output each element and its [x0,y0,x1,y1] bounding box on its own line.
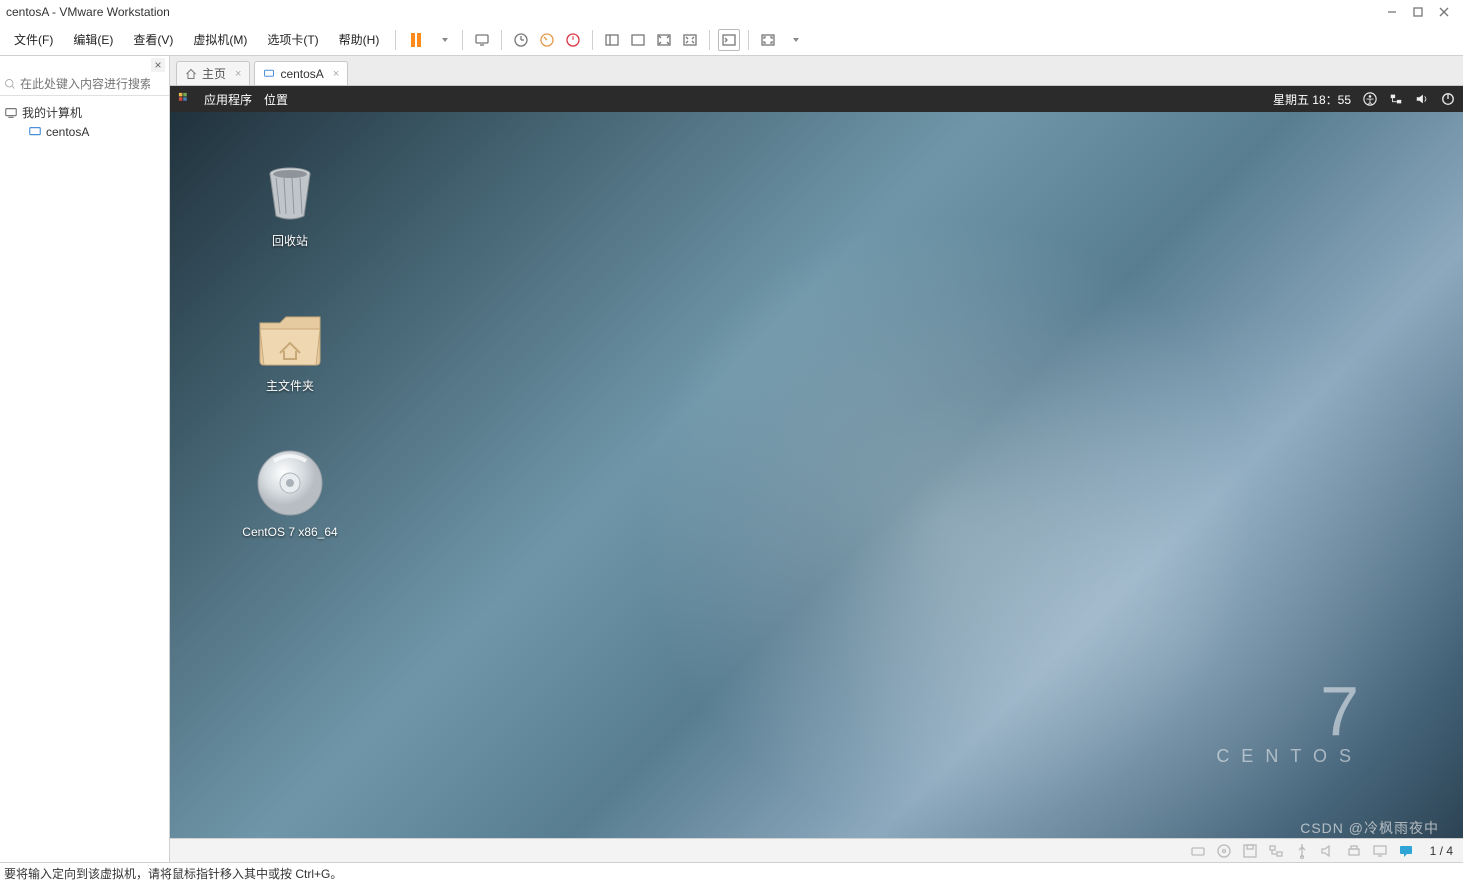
home-icon [185,68,197,80]
gnome-places-menu[interactable]: 位置 [264,91,288,108]
tab-home-close[interactable]: × [235,68,241,80]
vm-status-bar: 1 / 4 [170,838,1463,862]
menu-help[interactable]: 帮助(H) [329,25,390,55]
device-sound-icon[interactable] [1320,843,1336,859]
view-console-button[interactable] [627,29,649,51]
snapshot-take-button[interactable] [510,29,532,51]
tree-item-label: centosA [46,125,89,139]
desktop-icon-home[interactable]: 主文件夹 [230,307,350,394]
trash-icon [258,162,322,226]
device-network-icon[interactable] [1268,843,1284,859]
volume-icon[interactable] [1415,92,1429,106]
tab-strip: 主页 × centosA × [170,56,1463,86]
desktop-label-trash: 回收站 [272,232,308,249]
disc-icon [254,447,326,519]
centos-wordmark: CENTOS [1216,746,1363,767]
watermark: CSDN @冷枫雨夜中 [1300,818,1439,838]
sidebar-close-button[interactable]: × [151,58,165,72]
menu-vm[interactable]: 虚拟机(M) [183,25,257,55]
applications-icon [178,92,192,106]
device-message-icon[interactable] [1398,843,1414,859]
device-cd-icon[interactable] [1216,843,1232,859]
tab-vm-label: centosA [280,67,323,81]
snapshot-manager-button[interactable] [562,29,584,51]
window-title: centosA - VMware Workstation [6,5,170,19]
menu-file[interactable]: 文件(F) [4,25,63,55]
centos-version: 7 [1216,676,1363,746]
gnome-applications-menu[interactable]: 应用程序 [204,91,252,108]
tree-root-label: 我的计算机 [22,104,82,121]
desktop-label-home: 主文件夹 [266,377,314,394]
fullscreen-button[interactable] [757,29,779,51]
device-usb-icon[interactable] [1294,843,1310,859]
fullscreen-dropdown[interactable] [783,29,805,51]
menu-edit[interactable]: 编辑(E) [63,25,123,55]
menu-bar: 文件(F) 编辑(E) 查看(V) 虚拟机(M) 选项卡(T) 帮助(H) [0,24,1463,56]
view-sidebar-button[interactable] [601,29,623,51]
library-tree: 我的计算机 centosA [0,96,169,147]
folder-home-icon [254,307,326,371]
gnome-top-bar: 应用程序 位置 星期五 18：55 [170,86,1463,112]
tab-home[interactable]: 主页 × [176,61,250,85]
desktop-icon-disc[interactable]: CentOS 7 x86_64 [230,447,350,539]
desktop-icon-trash[interactable]: 回收站 [230,162,350,249]
desktop-label-disc: CentOS 7 x86_64 [242,525,337,539]
gnome-clock[interactable]: 星期五 18：55 [1273,91,1351,108]
power-dropdown[interactable] [432,29,454,51]
tree-root-my-computer[interactable]: 我的计算机 [4,102,165,123]
maximize-button[interactable] [1405,3,1431,21]
power-icon[interactable] [1441,92,1455,106]
tab-centosA[interactable]: centosA × [254,61,348,85]
library-sidebar: × 我的计算机 centosA [0,56,170,862]
close-button[interactable] [1431,3,1457,21]
pause-vm-button[interactable] [402,29,430,51]
library-search [0,72,169,96]
hint-bar: 要将输入定向到该虚拟机，请将鼠标指针移入其中或按 Ctrl+G。 [0,862,1463,884]
tab-vm-close[interactable]: × [333,68,339,80]
device-floppy-icon[interactable] [1242,843,1258,859]
search-input[interactable] [20,77,150,91]
main-panel: 主页 × centosA × 应用程序 位置 星期五 18：55 [170,56,1463,862]
network-icon[interactable] [1389,92,1403,106]
tree-item-centosA[interactable]: centosA [4,123,165,141]
console-view-button[interactable] [718,29,740,51]
view-stretch-button[interactable] [653,29,675,51]
minimize-button[interactable] [1379,3,1405,21]
menu-tabs[interactable]: 选项卡(T) [257,25,328,55]
menu-view[interactable]: 查看(V) [123,25,183,55]
vm-icon [263,68,275,80]
send-ctrl-alt-del-button[interactable] [471,29,493,51]
tab-home-label: 主页 [202,65,226,82]
centos-wallpaper-logo: 7 CENTOS [1216,676,1363,767]
snapshot-revert-button[interactable] [536,29,558,51]
device-printer-icon[interactable] [1346,843,1362,859]
guest-desktop[interactable]: 回收站 主文件夹 CentOS 7 [170,112,1463,862]
device-hdd-icon[interactable] [1190,843,1206,859]
vm-page-indicator: 1 / 4 [1430,844,1453,858]
device-display-icon[interactable] [1372,843,1388,859]
hint-text: 要将输入定向到该虚拟机，请将鼠标指针移入其中或按 Ctrl+G。 [4,865,342,882]
accessibility-icon[interactable] [1363,92,1377,106]
view-fit-button[interactable] [679,29,701,51]
window-titlebar: centosA - VMware Workstation [0,0,1463,24]
